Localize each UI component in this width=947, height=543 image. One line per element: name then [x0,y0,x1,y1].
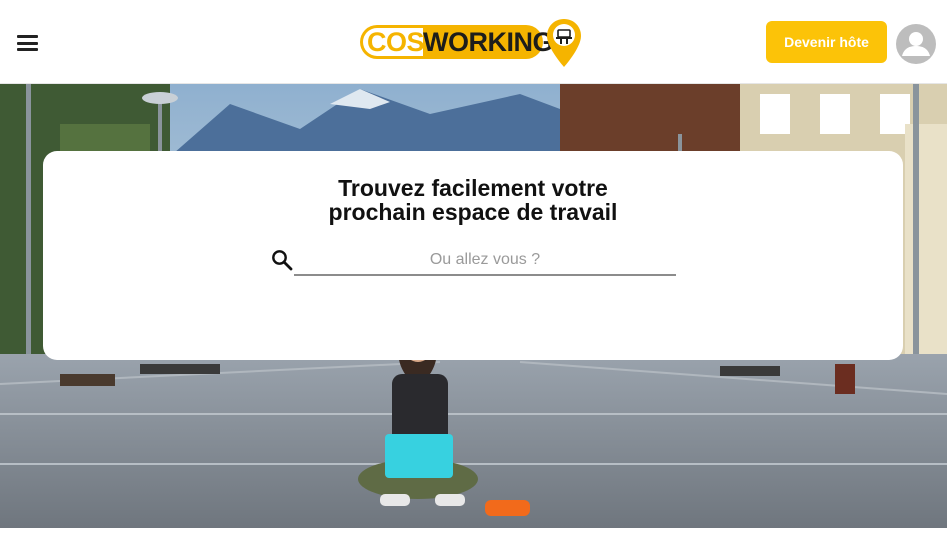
logo-word-working: WORKING [423,25,553,59]
search-title-line1: Trouvez facilement votre [338,175,608,201]
become-host-button[interactable]: Devenir hôte [766,21,887,63]
header: COSY WORKING Devenir hôte [0,0,947,84]
search-title-line2: prochain espace de travail [328,199,618,225]
location-search-input[interactable] [294,246,676,276]
logo-word-cosy: COSY [360,25,442,59]
cosyworking-logo[interactable]: COSY WORKING [359,17,585,69]
map-pin-icon [547,19,581,67]
page-bottom-strip [0,528,947,543]
user-avatar-icon[interactable] [896,24,936,64]
search-title: Trouvez facilement votre prochain espace… [43,176,903,224]
search-card: Trouvez facilement votre prochain espace… [43,151,903,360]
hamburger-menu-icon[interactable] [17,35,38,51]
search-icon[interactable] [271,249,293,271]
